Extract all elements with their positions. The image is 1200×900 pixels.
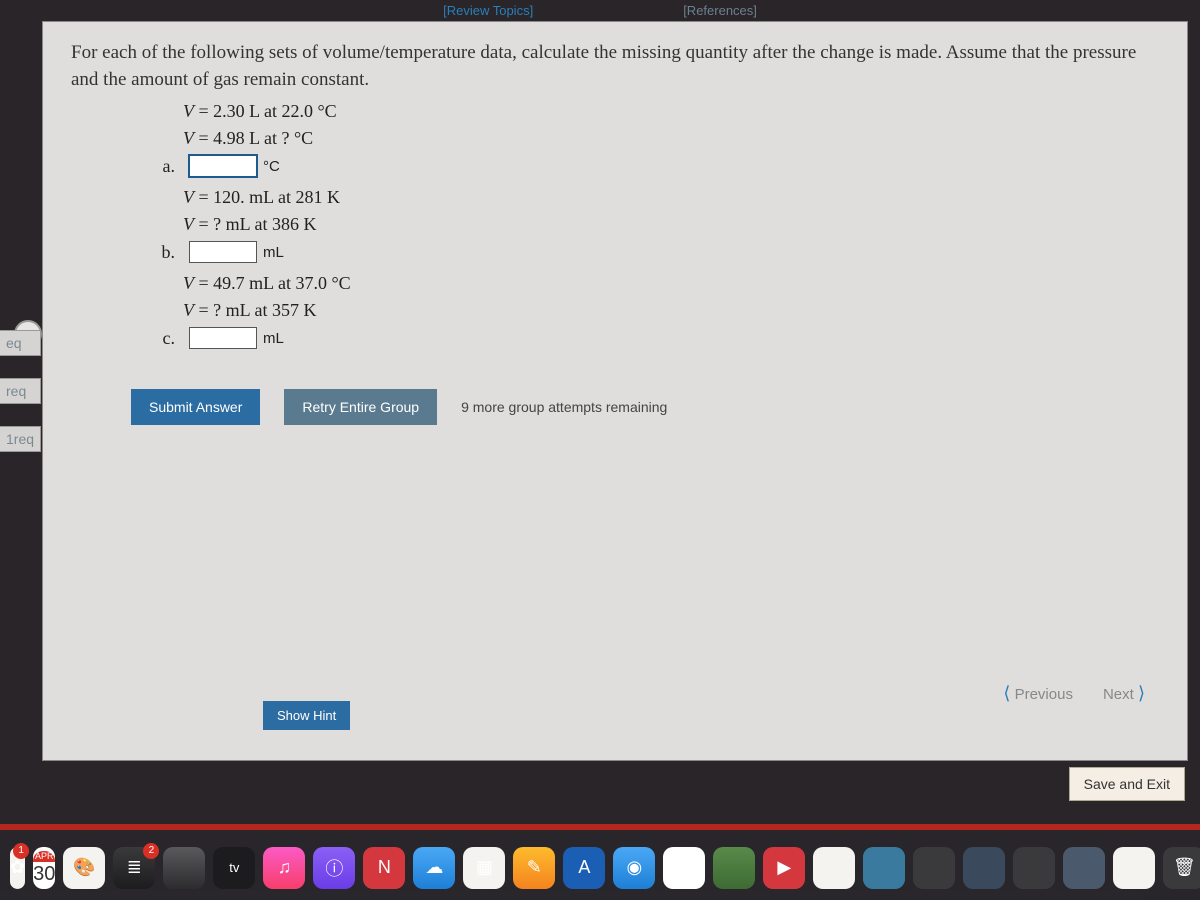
weather-icon[interactable]: ☁ xyxy=(413,847,455,889)
submit-answer-button[interactable]: Submit Answer xyxy=(131,389,260,425)
c-given-2: V = ? mL at 357 K xyxy=(183,300,1159,321)
safari-icon[interactable]: ◉ xyxy=(613,847,655,889)
label-b: b. xyxy=(153,242,175,263)
unit-a: °C xyxy=(263,158,280,175)
macos-dock: ✿ 1 APR 30 🎨≣2 tv ♫ⓘN☁▦✎A◉ ▶ 🗑 xyxy=(0,835,1200,900)
calendar-month: APR xyxy=(33,851,55,862)
numbers-icon[interactable]: ▦ xyxy=(463,847,505,889)
references-link[interactable]: [References] xyxy=(683,3,757,18)
unit-b: mL xyxy=(263,244,284,261)
pages-icon[interactable]: ✎ xyxy=(513,847,555,889)
chevron-left-icon: ⟨ xyxy=(1003,683,1010,703)
calendar-icon[interactable]: APR 30 xyxy=(33,847,55,889)
left-tab-1req[interactable]: 1req xyxy=(0,426,41,452)
a-given-2: V = 4.98 L at ? °C xyxy=(183,128,1159,149)
window-accent-bar xyxy=(0,824,1200,830)
trash-icon[interactable]: 🗑 xyxy=(1163,847,1200,889)
problem-block: V = 2.30 L at 22.0 °C V = 4.98 L at ? °C… xyxy=(183,101,1159,349)
previous-link[interactable]: ⟨ Previous xyxy=(1003,683,1073,704)
answer-input-a[interactable] xyxy=(189,155,257,177)
notes-icon[interactable] xyxy=(1113,847,1155,889)
facetime-icon[interactable] xyxy=(713,847,755,889)
reminders-icon[interactable]: ≣2 xyxy=(113,847,155,889)
below-panel-row: Save and Exit xyxy=(42,767,1185,801)
chevron-right-icon: ⟩ xyxy=(1138,683,1145,703)
podcasts-icon[interactable]: ⓘ xyxy=(313,847,355,889)
youtube-icon[interactable]: ▶ xyxy=(763,847,805,889)
news-icon[interactable]: N xyxy=(363,847,405,889)
calendar-day: 30 xyxy=(33,862,55,884)
appletv-label: tv xyxy=(229,860,239,875)
top-links-bar: [Review Topics] [References] xyxy=(0,0,1200,21)
left-tab-req[interactable]: req xyxy=(0,378,41,404)
settings-icon[interactable] xyxy=(1013,847,1055,889)
b-given-1: V = 120. mL at 281 K xyxy=(183,187,1159,208)
question-panel: For each of the following sets of volume… xyxy=(42,21,1188,761)
reminders-badge: 2 xyxy=(143,843,159,859)
answer-input-c[interactable] xyxy=(189,327,257,349)
flower-icon: ✿ xyxy=(10,857,25,878)
terminal-icon[interactable] xyxy=(913,847,955,889)
a-given-1: V = 2.30 L at 22.0 °C xyxy=(183,101,1159,122)
blank-icon[interactable] xyxy=(163,847,205,889)
finder-icon[interactable] xyxy=(813,847,855,889)
chrome-icon[interactable] xyxy=(663,847,705,889)
left-tabs: eq req 1req xyxy=(0,330,41,452)
music-icon[interactable]: ♫ xyxy=(263,847,305,889)
action-button-row: Submit Answer Retry Entire Group 9 more … xyxy=(131,389,1159,425)
save-and-exit-button[interactable]: Save and Exit xyxy=(1069,767,1185,801)
question-prompt: For each of the following sets of volume… xyxy=(71,40,1159,93)
left-tab-eq[interactable]: eq xyxy=(0,330,41,356)
label-a: a. xyxy=(153,156,175,177)
appstore-icon[interactable]: A xyxy=(563,847,605,889)
nav-row: ⟨ Previous Next ⟩ xyxy=(1003,683,1145,704)
label-c: c. xyxy=(153,328,175,349)
appletv-icon[interactable]: tv xyxy=(213,847,255,889)
show-hint-button[interactable]: Show Hint xyxy=(263,701,350,730)
unit-c: mL xyxy=(263,330,284,347)
answer-row-b: b. mL xyxy=(183,241,1159,263)
vscode-icon[interactable] xyxy=(963,847,1005,889)
xcode-icon[interactable] xyxy=(1063,847,1105,889)
gradescope-icon[interactable] xyxy=(863,847,905,889)
retry-group-button[interactable]: Retry Entire Group xyxy=(284,389,437,425)
photos-icon[interactable]: ✿ 1 xyxy=(10,847,25,889)
answer-row-a: a. °C xyxy=(183,155,1159,177)
photos-badge: 1 xyxy=(13,843,29,859)
answer-input-b[interactable] xyxy=(189,241,257,263)
review-topics-link[interactable]: [Review Topics] xyxy=(443,3,533,18)
b-given-2: V = ? mL at 386 K xyxy=(183,214,1159,235)
photos-icon[interactable]: 🎨 xyxy=(63,847,105,889)
answer-row-c: c. mL xyxy=(183,327,1159,349)
attempts-remaining-text: 9 more group attempts remaining xyxy=(461,399,667,415)
c-given-1: V = 49.7 mL at 37.0 °C xyxy=(183,273,1159,294)
next-link[interactable]: Next ⟩ xyxy=(1103,683,1145,704)
